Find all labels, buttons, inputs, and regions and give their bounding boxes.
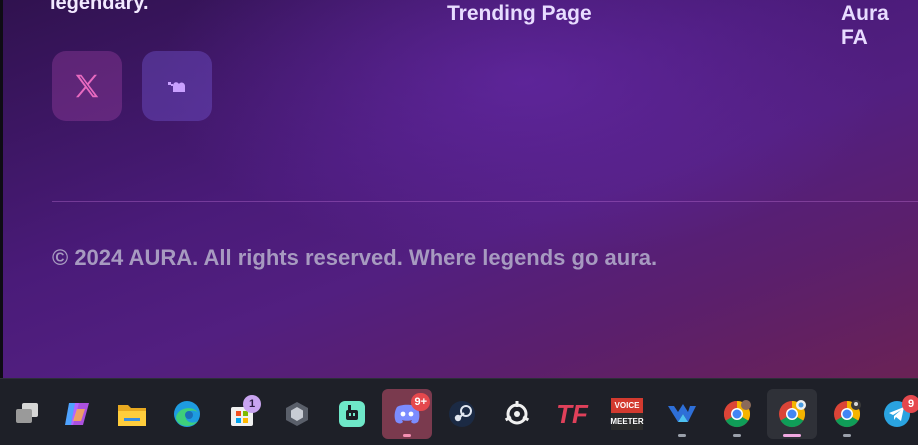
running-indicator bbox=[733, 434, 741, 437]
running-indicator bbox=[403, 434, 411, 437]
footer-link-trending[interactable]: Trending Page bbox=[447, 2, 592, 26]
discord-notification-badge: 9+ bbox=[411, 393, 430, 411]
chrome-icon bbox=[779, 400, 806, 428]
tf-icon: TF bbox=[556, 398, 588, 429]
footer-tagline: legendary. bbox=[50, 0, 149, 14]
task-view-icon bbox=[16, 403, 38, 423]
taskbar-wave-app[interactable] bbox=[657, 389, 707, 439]
app-icon bbox=[339, 401, 365, 427]
copyright-text: © 2024 AURA. All rights reserved. Where … bbox=[52, 245, 658, 270]
footer-divider bbox=[52, 201, 918, 202]
folder-icon bbox=[118, 405, 146, 426]
taskbar-cube-app[interactable] bbox=[272, 389, 322, 439]
running-indicator bbox=[678, 434, 686, 437]
telegram-notification-badge: 9 bbox=[902, 395, 918, 413]
taskbar-chrome-profile-1[interactable] bbox=[712, 389, 762, 439]
store-notification-badge: 1 bbox=[243, 395, 261, 413]
website-footer: legendary. Trending Page Aura FA © 2024 … bbox=[0, 0, 918, 378]
taskbar-telegram[interactable]: 9 bbox=[876, 389, 918, 439]
taskbar-copilot[interactable] bbox=[52, 389, 102, 439]
voicemeeter-icon: VOICE MEETER bbox=[610, 398, 644, 430]
taskbar-tf-app[interactable]: TF bbox=[547, 389, 597, 439]
taskbar-voicemeeter[interactable]: VOICE MEETER bbox=[602, 389, 652, 439]
taskbar-microsoft-store[interactable]: 1 bbox=[217, 389, 267, 439]
active-indicator bbox=[783, 434, 801, 437]
taskbar: 1 9+ TF VOICE MEETER 9 bbox=[0, 378, 918, 445]
wave-icon bbox=[668, 404, 696, 422]
footer-link-aura-faq[interactable]: Aura FA bbox=[841, 2, 918, 50]
taskbar-chrome-profile-2[interactable] bbox=[767, 389, 817, 439]
chrome-icon bbox=[723, 400, 751, 428]
taskbar-steelseries[interactable] bbox=[492, 389, 542, 439]
copilot-icon bbox=[65, 403, 89, 425]
cube-icon bbox=[286, 402, 308, 426]
x-social-button[interactable] bbox=[52, 51, 122, 121]
taskbar-steam[interactable] bbox=[437, 389, 487, 439]
taskbar-edge[interactable] bbox=[162, 389, 212, 439]
steam-icon bbox=[449, 401, 475, 427]
steelseries-icon bbox=[504, 401, 530, 425]
taskbar-chrome-profile-3[interactable] bbox=[822, 389, 872, 439]
taskbar-app[interactable] bbox=[327, 389, 377, 439]
edge-icon bbox=[174, 401, 200, 427]
taskbar-file-explorer[interactable] bbox=[107, 389, 157, 439]
taskbar-task-view[interactable] bbox=[0, 389, 50, 439]
taskbar-discord[interactable]: 9+ bbox=[382, 389, 432, 439]
chrome-icon bbox=[834, 400, 861, 428]
x-logo-icon bbox=[75, 74, 99, 98]
kick-social-button[interactable] bbox=[142, 51, 212, 121]
running-indicator bbox=[843, 434, 851, 437]
kick-logo-icon bbox=[168, 82, 185, 92]
